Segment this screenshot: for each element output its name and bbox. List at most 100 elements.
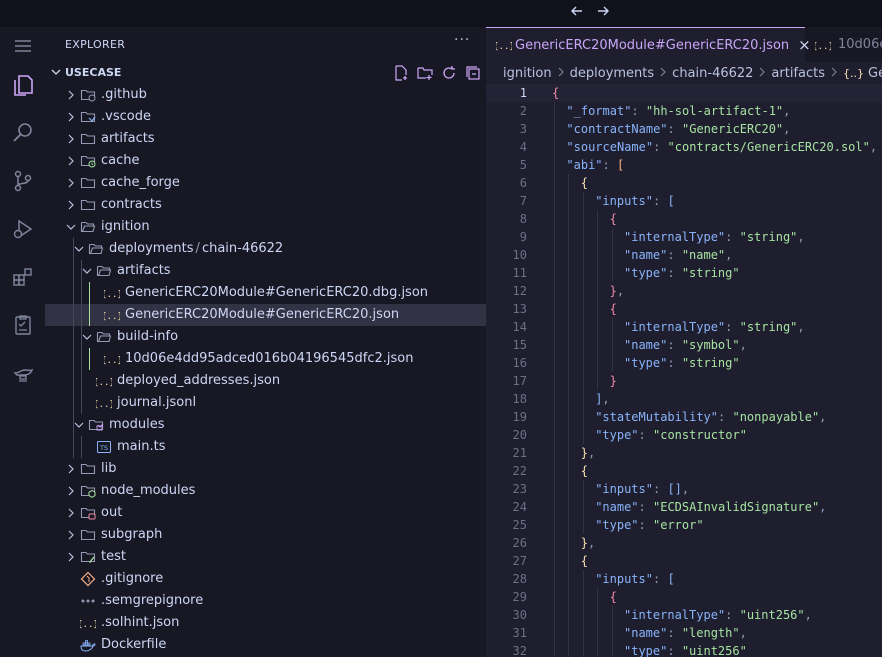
code-line[interactable]: 3 "contractName": "GenericERC20", [486,120,882,138]
code-line[interactable]: 1{ [486,84,882,102]
code-line[interactable]: 23 "inputs": [], [486,480,882,498]
tree-file-row[interactable]: TS main.ts [45,436,486,458]
chevron-down-icon[interactable] [50,66,62,82]
code-line[interactable]: 6{ [486,174,882,192]
code-line[interactable]: 10 "name": "name", [486,246,882,264]
code-line[interactable]: 12}, [486,282,882,300]
breadcrumb-item[interactable]: ignition [503,66,552,81]
tree-item-label: node_modules [101,483,196,498]
breadcrumb-item[interactable]: {..}GenericERC20Module#GenericERC20.json [843,66,882,81]
tree-folder-row[interactable]: contracts [45,194,486,216]
code-line[interactable]: 18], [486,390,882,408]
code-line[interactable]: 27 { [486,552,882,570]
line-content: "sourceName": "contracts/GenericERC20.so… [566,140,878,154]
tree-file-row[interactable]: {..} 10d06e4dd95adced016b04196545dfc2.jso… [45,348,486,370]
menu-icon[interactable] [0,26,45,66]
tree-folder-row[interactable]: artifacts [45,128,486,150]
code-line[interactable]: 16 "type": "string" [486,354,882,372]
code-line[interactable]: 2 "_format": "hh-sol-artifact-1", [486,102,882,120]
chevron-right-icon[interactable] [65,507,77,519]
code-line[interactable]: 21}, [486,444,882,462]
chevron-right-icon[interactable] [65,529,77,541]
chevron-right-icon[interactable] [65,485,77,497]
code-line[interactable]: 4 "sourceName": "contracts/GenericERC20.s… [486,138,882,156]
breadcrumb-item[interactable]: chain-46622 [672,66,753,81]
tab-file[interactable]: {..} 10d06e4 [805,27,882,62]
code-line[interactable]: 13 { [486,300,882,318]
code-line[interactable]: 9 "internalType": "string", [486,228,882,246]
chevron-down-icon[interactable] [65,221,77,233]
code-line[interactable]: 11 "type": "string" [486,264,882,282]
tree-file-row[interactable]: {..} GenericERC20Module#GenericERC20.json [45,304,486,326]
workspace-section-header[interactable]: USECASE [45,62,486,84]
code-line[interactable]: 7 "inputs": [ [486,192,882,210]
code-line[interactable]: 5 "abi": [ [486,156,882,174]
code-line[interactable]: 28 "inputs": [ [486,570,882,588]
tree-file-row[interactable]: .gitignore [45,568,486,590]
tree-folder-row[interactable]: out [45,502,486,524]
collapse-all-icon[interactable] [464,64,481,81]
chevron-right-icon[interactable] [65,463,77,475]
tree-file-row[interactable]: {..} .solhint.json [45,612,486,634]
breadcrumb-item[interactable]: deployments [570,66,655,81]
code-line[interactable]: 14 "internalType": "string", [486,318,882,336]
code-line[interactable]: 19 "stateMutability": "nonpayable", [486,408,882,426]
refresh-icon[interactable] [440,64,457,81]
extensions-icon[interactable] [0,257,45,297]
code-line[interactable]: 24 "name": "ECDSAInvalidSignature", [486,498,882,516]
breadcrumb-item[interactable]: artifacts [771,66,825,81]
chevron-right-icon[interactable] [65,133,77,145]
tree-folder-row[interactable]: test [45,546,486,568]
lamp-icon[interactable] [0,353,45,393]
tree-folder-row[interactable]: .vscode [45,106,486,128]
tree-file-row[interactable]: {..} journal.jsonl [45,392,486,414]
tab-active-file[interactable]: {..}GenericERC20Module#GenericERC20.json… [486,27,811,62]
tree-folder-row[interactable]: cache [45,150,486,172]
tree-folder-row[interactable]: ignition [45,216,486,238]
explorer-icon[interactable] [0,65,45,105]
chevron-right-icon[interactable] [65,155,77,167]
tree-file-row[interactable]: {..} GenericERC20Module#GenericERC20.dbg.… [45,282,486,304]
tree-file-row[interactable]: .semgrepignore [45,590,486,612]
source-control-icon[interactable] [0,161,45,201]
tree-folder-row[interactable]: modules [45,414,486,436]
search-icon[interactable] [0,113,45,153]
code-line[interactable]: 17} [486,372,882,390]
chevron-down-icon[interactable] [73,243,85,255]
chevron-down-icon[interactable] [81,265,93,277]
run-debug-icon[interactable] [0,209,45,249]
chevron-right-icon[interactable] [65,89,77,101]
tree-folder-row[interactable]: artifacts [45,260,486,282]
new-file-icon[interactable] [392,64,409,81]
tree-folder-row[interactable]: lib [45,458,486,480]
tree-folder-row[interactable]: cache_forge [45,172,486,194]
testing-icon[interactable] [0,305,45,345]
code-line[interactable]: 30 "internalType": "uint256", [486,606,882,624]
code-line[interactable]: 8{ [486,210,882,228]
tree-folder-row[interactable]: .github [45,84,486,106]
chevron-down-icon[interactable] [81,331,93,343]
code-line[interactable]: 29 { [486,588,882,606]
code-line[interactable]: 31 "name": "length", [486,624,882,642]
forward-arrow-icon[interactable] [594,2,612,20]
back-arrow-icon[interactable] [568,2,586,20]
tree-file-row[interactable]: {..} deployed_addresses.json [45,370,486,392]
more-actions-icon[interactable]: ··· [454,32,470,48]
code-line[interactable]: 15 "name": "symbol", [486,336,882,354]
code-line[interactable]: 20 "type": "constructor" [486,426,882,444]
new-folder-icon[interactable] [416,64,433,81]
code-line[interactable]: 32 "type": "uint256" [486,642,882,657]
code-line[interactable]: 26}, [486,534,882,552]
chevron-down-icon[interactable] [73,419,85,431]
chevron-right-icon[interactable] [65,551,77,563]
tree-file-row[interactable]: Dockerfile [45,634,486,656]
code-line[interactable]: 22 { [486,462,882,480]
tree-folder-row[interactable]: subgraph [45,524,486,546]
tree-folder-row[interactable]: build-info [45,326,486,348]
chevron-right-icon[interactable] [65,199,77,211]
chevron-right-icon[interactable] [65,177,77,189]
tree-folder-row[interactable]: deployments / chain-46622 [45,238,486,260]
chevron-right-icon[interactable] [65,111,77,123]
tree-folder-row[interactable]: node_modules [45,480,486,502]
code-line[interactable]: 25 "type": "error" [486,516,882,534]
